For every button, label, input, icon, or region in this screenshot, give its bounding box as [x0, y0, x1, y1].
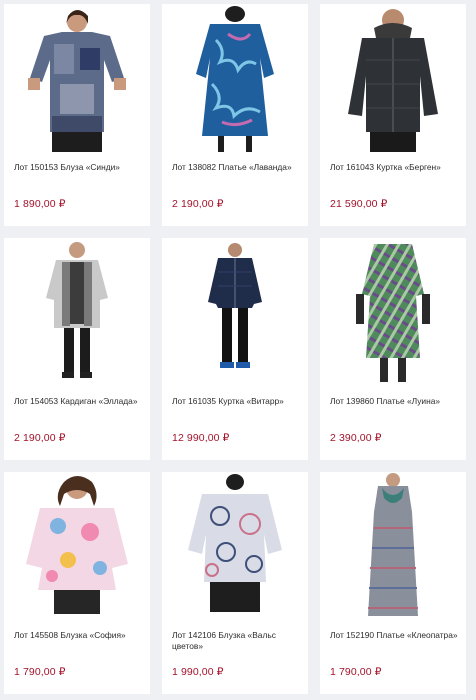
product-photo[interactable] — [162, 472, 308, 620]
product-title[interactable]: Лот 161043 Куртка «Берген» — [330, 162, 458, 173]
product-grid: Лот 150153 Блуза «Синди» 1 890,00 ₽ Лот … — [4, 4, 470, 700]
product-card[interactable]: Лот 139860 Платье «Луина» 2 390,00 ₽ — [320, 238, 466, 460]
product-card[interactable]: Лот 145508 Блузка «София» 1 790,00 ₽ — [4, 472, 150, 694]
product-photo[interactable] — [162, 4, 308, 152]
jacket-photo-icon — [320, 4, 466, 152]
product-row: Лот 150153 Блуза «Синди» 1 890,00 ₽ Лот … — [4, 4, 470, 226]
blouse-photo-icon — [4, 472, 150, 620]
product-title[interactable]: Лот 154053 Кардиган «Эллада» — [14, 396, 142, 407]
product-price: 2 390,00 ₽ — [330, 432, 382, 444]
blouse-photo-icon — [4, 4, 150, 152]
product-card[interactable]: Лот 154053 Кардиган «Эллада» 2 190,00 ₽ — [4, 238, 150, 460]
product-photo[interactable] — [162, 238, 308, 386]
product-title[interactable]: Лот 145508 Блузка «София» — [14, 630, 142, 641]
product-price: 1 890,00 ₽ — [14, 198, 66, 210]
product-card[interactable]: Лот 138082 Платье «Лаванда» 2 190,00 ₽ — [162, 4, 308, 226]
product-card[interactable]: Лот 161035 Куртка «Витарр» 12 990,00 ₽ — [162, 238, 308, 460]
product-photo[interactable] — [320, 472, 466, 620]
dress-photo-icon — [320, 238, 466, 386]
product-title[interactable]: Лот 161035 Куртка «Витарр» — [172, 396, 300, 407]
product-price: 21 590,00 ₽ — [330, 198, 388, 210]
product-price: 1 790,00 ₽ — [330, 666, 382, 678]
dress-photo-icon — [162, 4, 308, 152]
product-photo[interactable] — [4, 472, 150, 620]
product-title[interactable]: Лот 138082 Платье «Лаванда» — [172, 162, 300, 173]
product-price: 2 190,00 ₽ — [14, 432, 66, 444]
product-card[interactable]: Лот 152190 Платье «Клеопатра» 1 790,00 ₽ — [320, 472, 466, 694]
product-card[interactable]: Лот 142106 Блузка «Вальс цветов» 1 990,0… — [162, 472, 308, 694]
cardigan-photo-icon — [4, 238, 150, 386]
product-title[interactable]: Лот 142106 Блузка «Вальс цветов» — [172, 630, 300, 652]
blouse-photo-icon — [162, 472, 308, 620]
dress-photo-icon — [320, 472, 466, 620]
product-title[interactable]: Лот 150153 Блуза «Синди» — [14, 162, 142, 173]
product-row: Лот 145508 Блузка «София» 1 790,00 ₽ Лот — [4, 472, 470, 694]
product-row: Лот 154053 Кардиган «Эллада» 2 190,00 ₽ — [4, 238, 470, 460]
product-price: 1 790,00 ₽ — [14, 666, 66, 678]
product-card[interactable]: Лот 150153 Блуза «Синди» 1 890,00 ₽ — [4, 4, 150, 226]
product-price: 2 190,00 ₽ — [172, 198, 224, 210]
jacket-photo-icon — [162, 238, 308, 386]
product-title[interactable]: Лот 139860 Платье «Луина» — [330, 396, 458, 407]
product-price: 1 990,00 ₽ — [172, 666, 224, 678]
product-photo[interactable] — [320, 4, 466, 152]
product-photo[interactable] — [320, 238, 466, 386]
product-photo[interactable] — [4, 4, 150, 152]
product-price: 12 990,00 ₽ — [172, 432, 230, 444]
product-card[interactable]: Лот 161043 Куртка «Берген» 21 590,00 ₽ — [320, 4, 466, 226]
product-photo[interactable] — [4, 238, 150, 386]
product-title[interactable]: Лот 152190 Платье «Клеопатра» — [330, 630, 458, 641]
